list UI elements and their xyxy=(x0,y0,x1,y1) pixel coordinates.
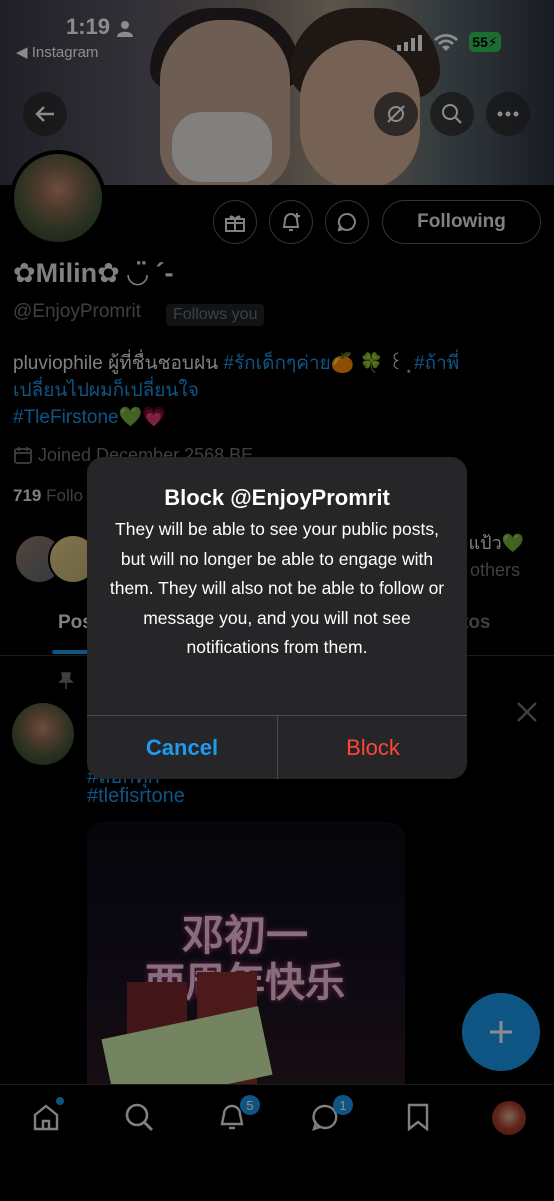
dialog-title: Block @EnjoyPromrit xyxy=(164,485,390,510)
block-button[interactable]: Block xyxy=(278,716,467,779)
dialog-message: They will be able to see your public pos… xyxy=(109,519,445,658)
block-dialog: Block @EnjoyPromrit They will be able to… xyxy=(87,457,467,779)
cancel-button[interactable]: Cancel xyxy=(87,716,277,779)
